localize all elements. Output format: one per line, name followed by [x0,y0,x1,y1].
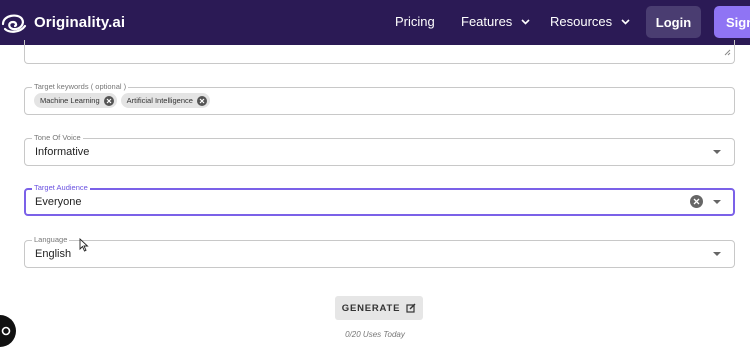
keyword-chip: Artificial Intelligence [120,93,210,108]
keyword-chip-label: Artificial Intelligence [126,96,193,105]
tone-of-voice-value: Informative [35,146,90,158]
nav-pricing[interactable]: Pricing [395,14,435,29]
top-navbar: Originality.ai Pricing Features Resource… [0,0,750,45]
nav-features[interactable]: Features [461,14,530,29]
target-audience-label: Target Audience [32,183,90,193]
target-keywords-label: Target keywords ( optional ) [32,82,129,92]
keyword-chip: Machine Learning [34,93,117,108]
keyword-chips: Machine Learning Artificial Intelligence [34,93,210,108]
dropdown-arrow-icon[interactable] [713,252,721,256]
clear-icon[interactable] [690,195,703,208]
chat-icon [1,326,11,336]
chevron-down-icon [521,18,530,25]
uses-today-text: 0/20 Uses Today [345,330,405,339]
brain-logo-icon [0,9,30,35]
brand-logo[interactable]: Originality.ai [0,9,125,35]
dropdown-arrow-icon[interactable] [713,150,721,154]
dropdown-arrow-icon[interactable] [713,200,721,204]
target-audience-value: Everyone [35,196,82,208]
nav-pricing-label: Pricing [395,14,435,29]
edit-icon [406,303,416,313]
mouse-cursor-icon [79,238,89,252]
content-textarea[interactable] [24,40,735,64]
generate-button[interactable]: GENERATE [335,296,423,320]
target-audience-select[interactable]: Target Audience Everyone [24,183,735,216]
language-select[interactable]: Language English [24,235,735,268]
resize-handle-icon[interactable] [724,43,731,61]
nav-features-label: Features [461,14,513,29]
remove-chip-icon[interactable] [196,95,207,106]
tone-of-voice-label: Tone Of Voice [32,133,83,143]
tone-of-voice-select[interactable]: Tone Of Voice Informative [24,133,735,166]
brand-name: Originality.ai [34,13,126,31]
keyword-chip-label: Machine Learning [40,96,100,105]
chevron-down-icon [621,18,630,25]
chat-launcher-button[interactable] [0,315,16,347]
remove-chip-icon[interactable] [103,95,114,106]
generate-button-label: GENERATE [341,302,401,314]
language-value: English [35,248,72,260]
login-button[interactable]: Login [646,6,701,38]
language-label: Language [32,235,70,245]
target-keywords-field[interactable]: Target keywords ( optional ) Machine Lea… [24,82,735,115]
nav-resources-label: Resources [550,14,613,29]
signup-button[interactable]: Sign [714,6,750,38]
nav-resources[interactable]: Resources [550,14,630,29]
